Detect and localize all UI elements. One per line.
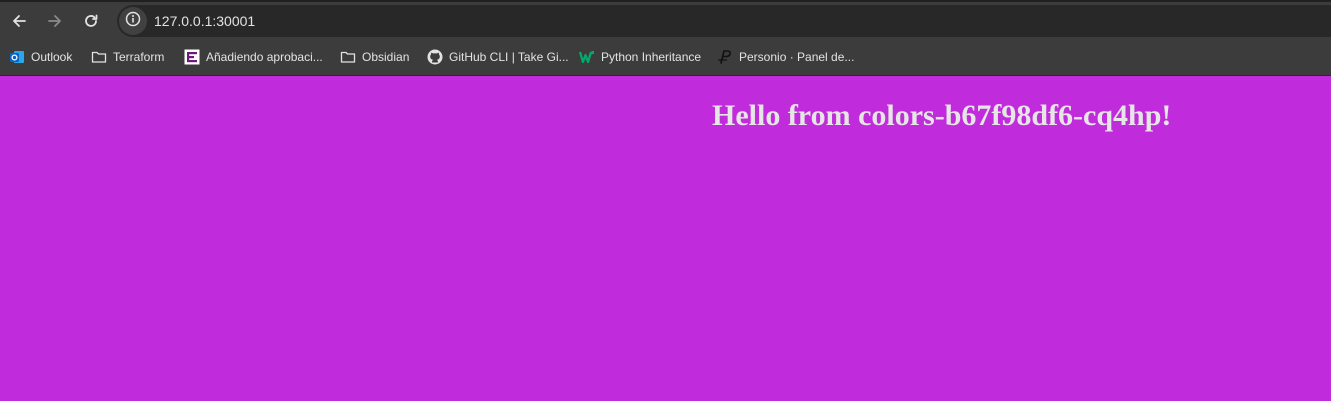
arrow-right-icon (47, 13, 63, 29)
folder-icon (91, 49, 107, 65)
address-bar[interactable]: 127.0.0.1:30001 (117, 5, 1331, 37)
page-heading: Hello from colors-b67f98df6-cq4hp! (712, 99, 1172, 132)
w3schools-icon (579, 49, 595, 65)
url-text[interactable]: 127.0.0.1:30001 (154, 13, 255, 29)
personio-icon (717, 49, 733, 65)
arrow-left-icon (11, 13, 27, 29)
bookmarks-bar: Outlook Terraform Añadiendo aprobaci... (0, 38, 1331, 76)
bookmark-label: Obsidian (362, 50, 410, 64)
bookmark-label: Python Inheritance (601, 50, 702, 64)
back-button[interactable] (5, 7, 33, 35)
bookmark-personio[interactable]: Personio · Panel de... (717, 45, 854, 69)
outlook-icon (9, 49, 25, 65)
forward-button[interactable] (41, 7, 69, 35)
bookmark-github-cli[interactable]: GitHub CLI | Take Gi... (427, 45, 569, 69)
site-info-button[interactable] (119, 7, 147, 35)
bookmark-label: Personio · Panel de... (739, 50, 855, 64)
bookmark-outlook[interactable]: Outlook (9, 45, 72, 69)
bookmark-terraform[interactable]: Terraform (91, 45, 164, 69)
bookmark-python-inheritance[interactable]: Python Inheritance (579, 45, 701, 69)
bookmark-label: Terraform (113, 50, 165, 64)
folder-icon (340, 49, 356, 65)
browser-toolbar: 127.0.0.1:30001 (0, 0, 1331, 38)
bookmark-obsidian[interactable]: Obsidian (340, 45, 409, 69)
app-icon (184, 49, 200, 65)
reload-icon (83, 13, 99, 29)
bookmark-label: GitHub CLI | Take Gi... (449, 50, 569, 64)
info-icon (125, 11, 141, 32)
reload-button[interactable] (77, 7, 105, 35)
bookmark-anadiendo-aprobacion[interactable]: Añadiendo aprobaci... (184, 45, 323, 69)
bookmark-label: Outlook (31, 50, 73, 64)
bookmark-label: Añadiendo aprobaci... (206, 50, 323, 64)
github-icon (427, 49, 443, 65)
page-content: Hello from colors-b67f98df6-cq4hp! (0, 77, 1331, 401)
